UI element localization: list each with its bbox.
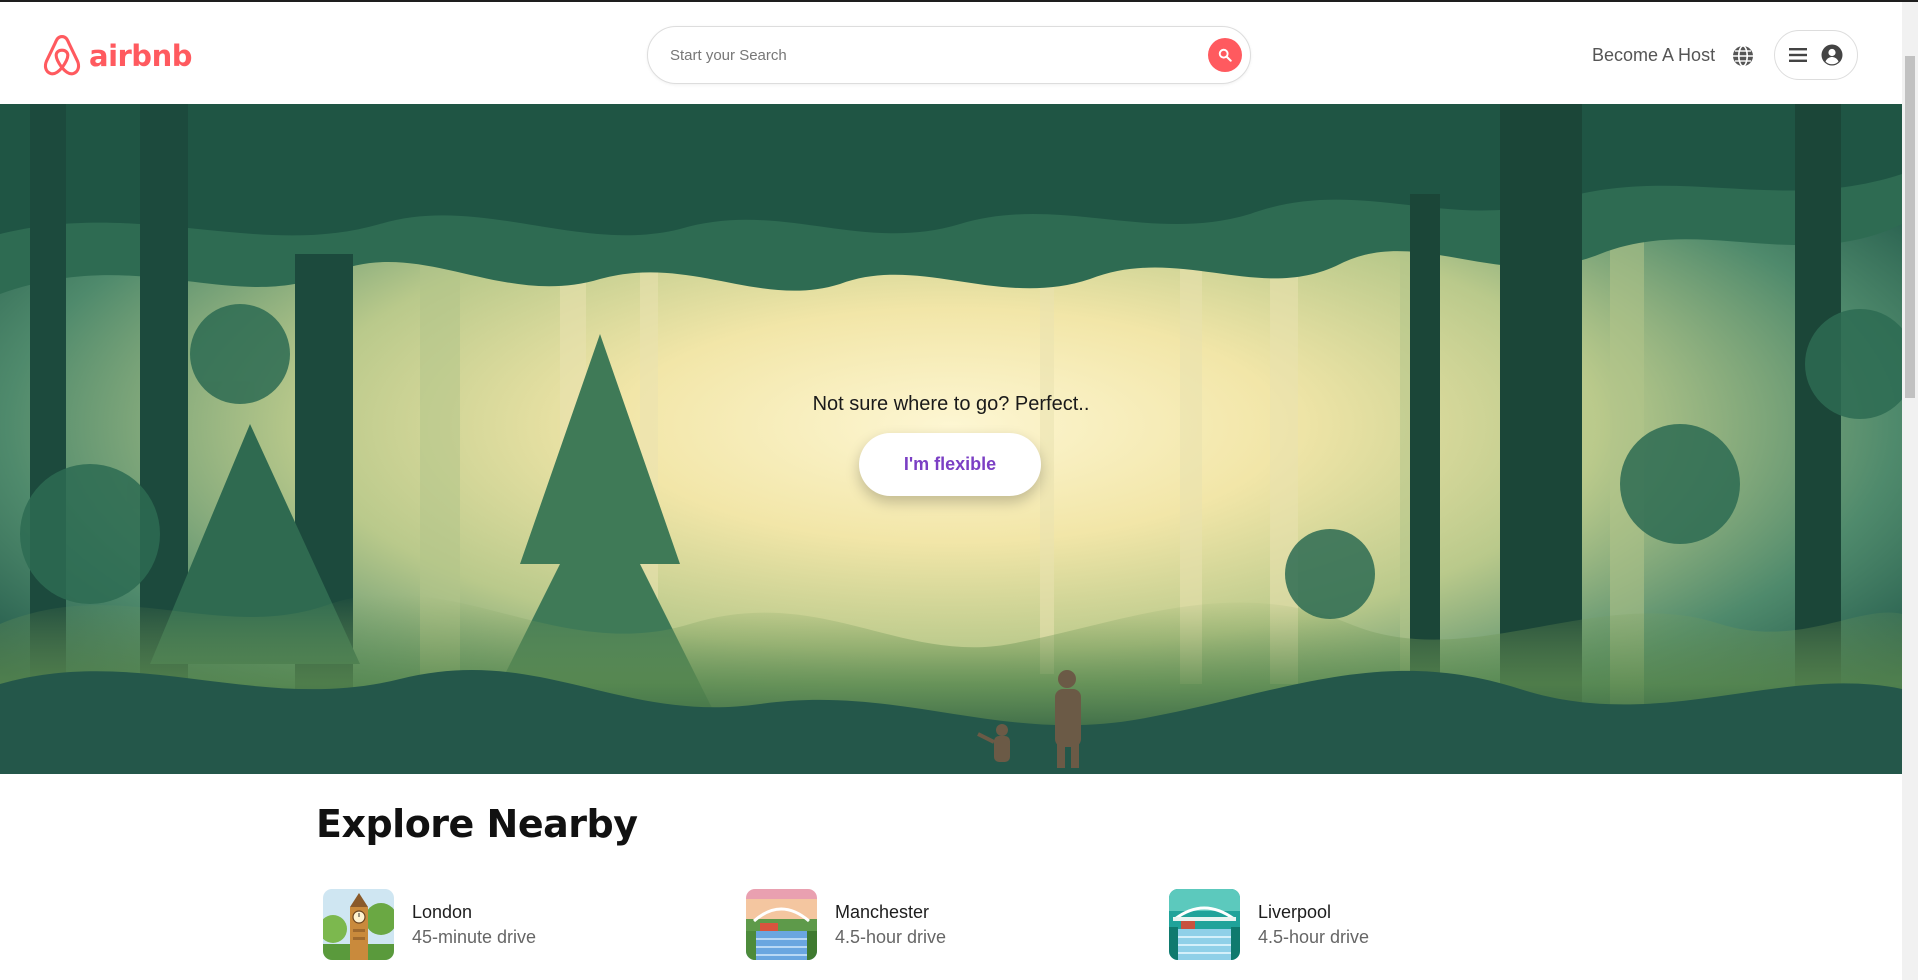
- vertical-scrollbar[interactable]: [1902, 2, 1918, 980]
- bridge-teal-thumbnail: [1169, 889, 1240, 960]
- scrollbar-thumb[interactable]: [1905, 56, 1915, 398]
- nearby-city-name: London: [412, 901, 473, 922]
- nearby-city-name: Manchester: [835, 901, 930, 922]
- search-input[interactable]: [670, 42, 1170, 68]
- nearby-drive-time: 45-minute drive: [412, 926, 537, 947]
- top-navbar: airbnb Become A Host: [0, 2, 1902, 104]
- user-avatar-icon: [1821, 44, 1843, 66]
- hamburger-menu-icon: [1789, 48, 1807, 62]
- big-ben-thumbnail: [323, 889, 394, 960]
- become-host-link[interactable]: Become A Host: [1592, 45, 1715, 66]
- nearby-drive-time: 4.5-hour drive: [835, 926, 947, 947]
- airbnb-belo-icon: [43, 35, 81, 76]
- hero-banner: Not sure where to go? Perfect.. I'm flex…: [0, 104, 1902, 774]
- nearby-drive-time: 4.5-hour drive: [1258, 926, 1370, 947]
- nearby-card-london[interactable]: London 45-minute drive: [323, 889, 536, 960]
- search-icon: [1218, 48, 1232, 62]
- globe-icon[interactable]: [1731, 44, 1755, 68]
- im-flexible-button[interactable]: I'm flexible: [859, 433, 1041, 496]
- bridge-sunset-thumbnail: [746, 889, 817, 960]
- nearby-card-manchester[interactable]: Manchester 4.5-hour drive: [746, 889, 946, 960]
- hero-headline: Not sure where to go? Perfect..: [812, 393, 1090, 415]
- explore-nearby-heading: Explore Nearby: [316, 802, 638, 846]
- logo-wordmark: airbnb: [89, 39, 192, 73]
- nearby-city-name: Liverpool: [1258, 901, 1332, 922]
- search-bar[interactable]: [647, 26, 1251, 84]
- search-button[interactable]: [1208, 38, 1242, 72]
- nearby-card-liverpool[interactable]: Liverpool 4.5-hour drive: [1169, 889, 1369, 960]
- airbnb-logo[interactable]: airbnb: [41, 34, 192, 78]
- user-menu-button[interactable]: [1774, 30, 1858, 80]
